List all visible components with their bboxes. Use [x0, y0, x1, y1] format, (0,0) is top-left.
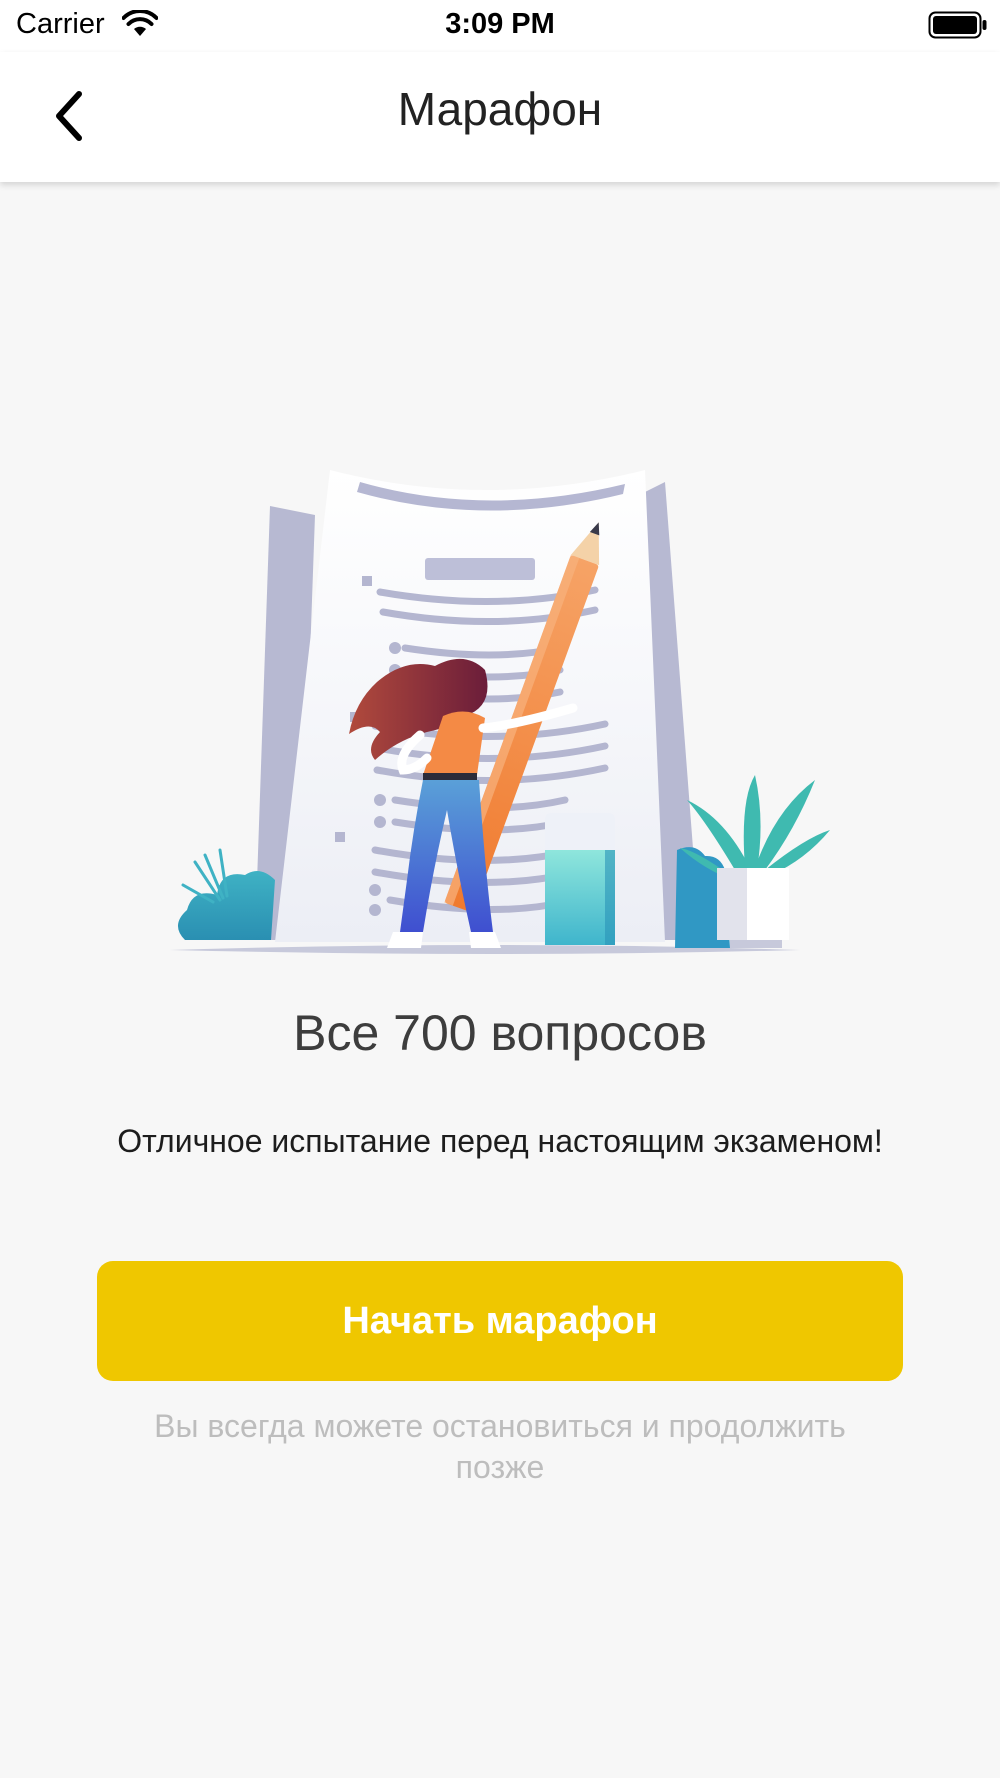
status-time: 3:09 PM: [445, 8, 555, 40]
page-title: Марафон: [397, 83, 603, 135]
start-marathon-button[interactable]: Начать марафон: [97, 1261, 903, 1381]
status-bar: Carrier 3:09 PM: [0, 0, 1000, 52]
hint-text: Вы всегда можете остановиться и продолжи…: [154, 1408, 846, 1485]
battery-icon: [928, 11, 987, 39]
headline: Все 700 вопросов: [293, 1005, 707, 1061]
navigation-bar: Марафон: [0, 52, 1000, 182]
document-checklist-illustration: [170, 470, 830, 954]
subtitle: Отличное испытание перед настоящим экзам…: [117, 1123, 883, 1159]
